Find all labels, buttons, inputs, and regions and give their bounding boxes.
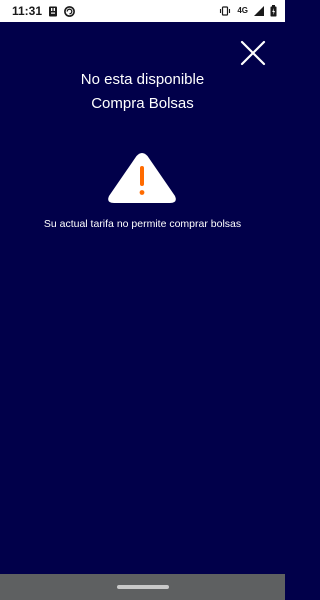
status-bar: 11:31 4G (0, 0, 285, 22)
status-right: 4G (219, 5, 277, 17)
sync-icon (64, 5, 75, 17)
close-button[interactable] (238, 38, 268, 68)
usb-icon (48, 6, 58, 17)
network-type: 4G (237, 6, 248, 15)
dialog-message: Su actual tarifa no permite comprar bols… (43, 218, 242, 230)
status-left: 11:31 (12, 4, 75, 18)
vibrate-icon (219, 6, 231, 16)
warning-icon (106, 152, 178, 204)
home-handle[interactable] (116, 585, 169, 589)
dialog-title: No esta disponible Compra Bolsas (0, 68, 285, 116)
signal-icon (254, 6, 264, 16)
close-icon (240, 40, 266, 66)
navigation-bar (0, 574, 285, 600)
title-line-1: No esta disponible (80, 71, 205, 88)
status-time: 11:31 (12, 4, 43, 18)
battery-icon (270, 5, 277, 17)
unavailable-dialog: No esta disponible Compra Bolsas Su actu… (0, 22, 285, 574)
title-line-2: Compra Bolsas (91, 95, 194, 112)
